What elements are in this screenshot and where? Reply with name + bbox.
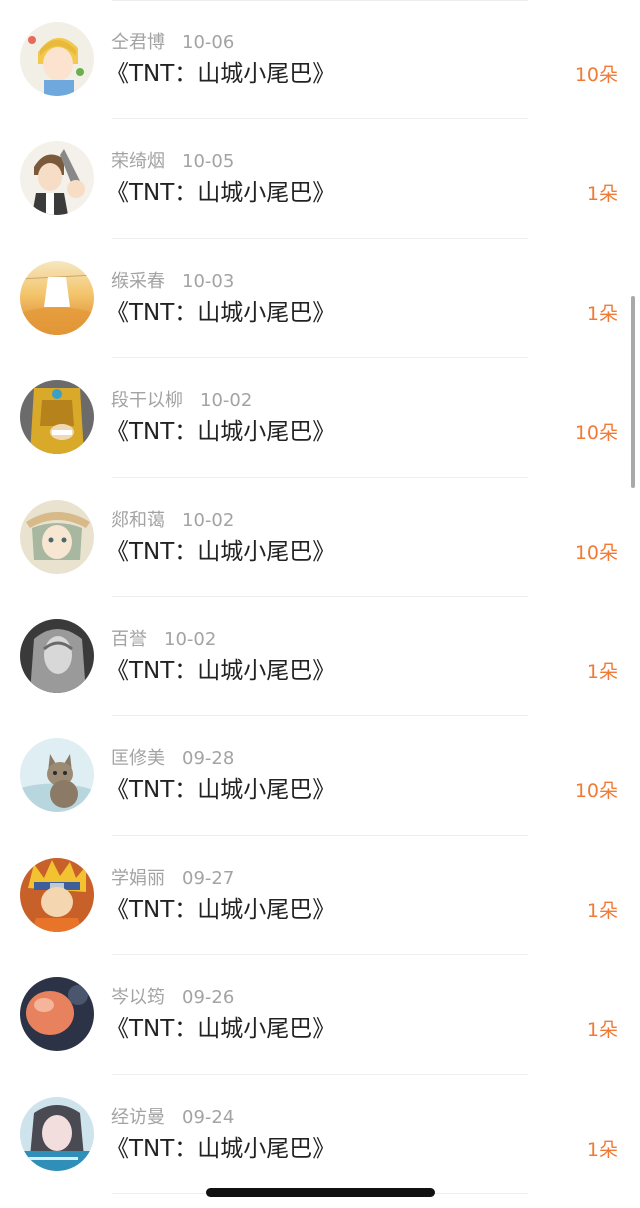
user-name: 学娟丽 <box>111 867 165 889</box>
user-name: 郯和蔼 <box>111 509 165 531</box>
book-title: 《TNT：山城小尾巴》 <box>106 538 336 565</box>
anime-boy-avatar <box>20 22 94 96</box>
book-title: 《TNT：山城小尾巴》 <box>106 61 336 87</box>
masked-character-avatar <box>20 380 94 455</box>
gift-count: 1朵 <box>586 1138 618 1161</box>
list-item[interactable]: 匡修美 09-28 《TNT：山城小尾巴》 10朵 <box>0 716 640 836</box>
user-name: 缑采春 <box>111 270 165 292</box>
record-meta: 百誉 10-02 <box>111 627 216 653</box>
orange-object-avatar <box>20 977 94 1052</box>
girl-photo-avatar <box>20 1096 94 1171</box>
book-title: 《TNT：山城小尾巴》 <box>106 657 336 684</box>
user-name: 匡修美 <box>111 748 165 770</box>
list-item[interactable]: 经访曼 09-24 《TNT：山城小尾巴》 1朵 <box>0 1075 640 1194</box>
book-title: 《TNT：山城小尾巴》 <box>106 1135 336 1162</box>
field-photo-avatar <box>20 260 94 335</box>
user-name: 仝君博 <box>111 32 165 53</box>
kitten-photo-avatar <box>20 738 94 813</box>
book-title: 《TNT：山城小尾巴》 <box>106 777 336 804</box>
record-meta: 荣绮烟 10-05 <box>111 149 234 175</box>
avatar[interactable] <box>20 260 94 335</box>
user-name: 经访曼 <box>111 1106 165 1128</box>
record-meta: 岑以筠 09-26 <box>111 985 234 1011</box>
gift-count: 1朵 <box>586 899 618 922</box>
gift-count: 1朵 <box>586 660 618 683</box>
record-date: 10-02 <box>182 509 235 531</box>
record-date: 09-27 <box>182 867 235 889</box>
gift-count: 1朵 <box>586 183 618 206</box>
record-date: 10-05 <box>182 151 235 173</box>
book-title: 《TNT：山城小尾巴》 <box>106 896 336 923</box>
book-title: 《TNT：山城小尾巴》 <box>106 299 336 326</box>
avatar[interactable] <box>20 380 94 455</box>
record-meta: 经访曼 09-24 <box>111 1105 234 1131</box>
ninja-character-avatar <box>20 857 94 932</box>
gift-record-list[interactable]: 仝君博 10-06 《TNT：山城小尾巴》 10朵 荣绮烟 10-05 《TNT… <box>0 0 640 1194</box>
record-meta: 郯和蔼 10-02 <box>111 508 234 534</box>
list-item[interactable]: 岑以筠 09-26 《TNT：山城小尾巴》 1朵 <box>0 955 640 1075</box>
book-title: 《TNT：山城小尾巴》 <box>106 180 336 207</box>
record-meta: 缑采春 10-03 <box>111 269 234 295</box>
record-meta: 仝君博 10-06 <box>111 30 234 56</box>
gift-count: 10朵 <box>574 541 618 564</box>
avatar[interactable] <box>20 977 94 1052</box>
user-name: 段干以柳 <box>111 390 183 412</box>
record-date: 10-03 <box>182 270 235 292</box>
avatar[interactable] <box>20 141 94 216</box>
user-name: 百誉 <box>111 628 147 650</box>
avatar[interactable] <box>20 738 94 813</box>
avatar[interactable] <box>20 499 94 574</box>
book-title: 《TNT：山城小尾巴》 <box>106 419 336 446</box>
gift-records-screen: 仝君博 10-06 《TNT：山城小尾巴》 10朵 荣绮烟 10-05 《TNT… <box>0 0 640 1208</box>
record-date: 10-06 <box>182 32 235 53</box>
user-name: 岑以筠 <box>111 987 165 1009</box>
scroll-indicator[interactable] <box>631 296 635 488</box>
record-date: 09-26 <box>182 987 235 1009</box>
list-item[interactable]: 仝君博 10-06 《TNT：山城小尾巴》 10朵 <box>0 0 640 120</box>
avatar[interactable] <box>20 618 94 693</box>
avatar[interactable] <box>20 22 94 96</box>
list-item[interactable]: 学娟丽 09-27 《TNT：山城小尾巴》 1朵 <box>0 836 640 956</box>
gift-count: 10朵 <box>574 780 618 803</box>
record-meta: 学娟丽 09-27 <box>111 866 234 892</box>
gift-count: 1朵 <box>586 1019 618 1042</box>
record-date: 09-24 <box>182 1106 235 1128</box>
gift-count: 10朵 <box>574 64 618 86</box>
book-title: 《TNT：山城小尾巴》 <box>106 1016 336 1043</box>
record-meta: 段干以柳 10-02 <box>111 388 252 414</box>
avatar[interactable] <box>20 1096 94 1171</box>
record-date: 10-02 <box>200 390 253 412</box>
record-date: 09-28 <box>182 748 235 770</box>
list-item[interactable]: 郯和蔼 10-02 《TNT：山城小尾巴》 10朵 <box>0 478 640 597</box>
record-meta: 匡修美 09-28 <box>111 746 234 772</box>
gift-count: 1朵 <box>586 302 618 325</box>
avatar[interactable] <box>20 857 94 932</box>
user-name: 荣绮烟 <box>111 151 165 173</box>
home-indicator[interactable] <box>206 1188 435 1197</box>
portrait-photo-avatar <box>20 618 94 693</box>
list-item[interactable]: 段干以柳 10-02 《TNT：山城小尾巴》 10朵 <box>0 358 640 478</box>
list-item[interactable]: 百誉 10-02 《TNT：山城小尾巴》 1朵 <box>0 597 640 717</box>
gift-count: 10朵 <box>574 422 618 445</box>
list-item[interactable]: 荣绮烟 10-05 《TNT：山城小尾巴》 1朵 <box>0 119 640 239</box>
anime-character-avatar <box>20 141 94 216</box>
list-item[interactable]: 缑采春 10-03 《TNT：山城小尾巴》 1朵 <box>0 239 640 359</box>
anime-girl-avatar <box>20 499 94 574</box>
record-date: 10-02 <box>164 628 217 650</box>
